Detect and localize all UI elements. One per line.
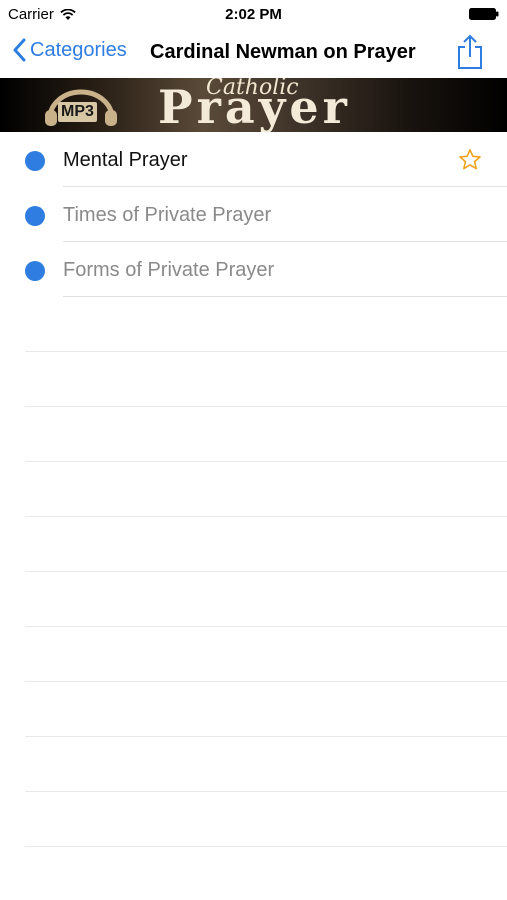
banner-catholic-text: Catholic xyxy=(206,78,299,100)
empty-row xyxy=(0,517,507,572)
app-screen: Carrier 2:02 PM Categories Cardinal Newm… xyxy=(0,0,507,900)
empty-row xyxy=(0,352,507,407)
back-button-label: Categories xyxy=(30,38,127,61)
list-item[interactable]: Forms of Private Prayer xyxy=(0,242,507,297)
unread-dot-icon xyxy=(25,151,45,171)
list-item[interactable]: Mental Prayer xyxy=(0,132,507,187)
battery-icon xyxy=(469,8,499,20)
empty-row xyxy=(0,572,507,627)
unread-dot-icon xyxy=(25,261,45,281)
chevron-left-icon xyxy=(13,38,26,62)
empty-row xyxy=(0,682,507,737)
back-button[interactable]: Categories xyxy=(12,38,127,62)
empty-row xyxy=(0,627,507,682)
list-item-label: Times of Private Prayer xyxy=(63,204,272,226)
empty-row xyxy=(0,737,507,792)
empty-row xyxy=(0,462,507,517)
row-separator xyxy=(25,846,507,847)
star-outline-icon[interactable] xyxy=(458,148,482,172)
empty-row xyxy=(0,407,507,462)
empty-row xyxy=(0,297,507,352)
empty-row xyxy=(0,792,507,847)
unread-dot-icon xyxy=(25,206,45,226)
status-bar: Carrier 2:02 PM xyxy=(0,0,507,28)
list-item-label: Mental Prayer xyxy=(63,149,188,171)
share-icon[interactable] xyxy=(455,34,485,70)
navigation-bar: Categories Cardinal Newman on Prayer xyxy=(0,28,507,78)
mp3-badge: MP3 xyxy=(58,102,97,122)
prayer-list: Mental Prayer Times of Private Prayer Fo… xyxy=(0,132,507,847)
list-item[interactable]: Times of Private Prayer xyxy=(0,187,507,242)
page-title: Cardinal Newman on Prayer xyxy=(150,41,416,63)
catholic-prayer-banner: MP3 Prayer Catholic xyxy=(0,78,507,132)
clock: 2:02 PM xyxy=(225,6,282,23)
list-item-label: Forms of Private Prayer xyxy=(63,259,275,281)
